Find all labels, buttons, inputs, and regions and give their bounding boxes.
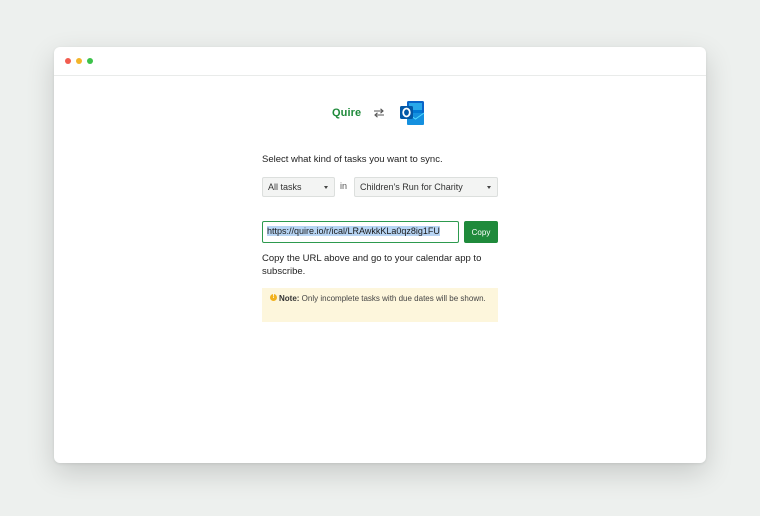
- close-window-button[interactable]: [65, 58, 71, 64]
- integration-header: Quire: [332, 99, 442, 129]
- warning-icon: !: [270, 294, 277, 301]
- copy-button[interactable]: Copy: [464, 221, 498, 243]
- minimize-window-button[interactable]: [76, 58, 82, 64]
- project-value: Children's Run for Charity: [360, 182, 463, 192]
- ical-url-text: https://quire.io/r/ical/LRAwkkKLa0qz8ig1…: [267, 226, 440, 236]
- quire-logo: Quire: [332, 107, 362, 119]
- task-scope-value: All tasks: [268, 182, 302, 192]
- sync-instruction: Select what kind of tasks you want to sy…: [262, 154, 443, 165]
- project-select[interactable]: Children's Run for Charity: [354, 177, 498, 197]
- task-scope-select[interactable]: All tasks: [262, 177, 335, 197]
- outlook-icon: [400, 101, 425, 125]
- note-label: Note:: [279, 294, 300, 303]
- swap-arrows-icon: [374, 108, 384, 118]
- window-titlebar: [54, 47, 706, 76]
- in-label: in: [340, 181, 348, 191]
- ical-url-field[interactable]: https://quire.io/r/ical/LRAwkkKLa0qz8ig1…: [262, 221, 459, 243]
- maximize-window-button[interactable]: [87, 58, 93, 64]
- note-text: Only incomplete tasks with due dates wil…: [299, 294, 486, 303]
- note-box: ! Note: Only incomplete tasks with due d…: [262, 288, 498, 322]
- chevron-down-icon: [487, 186, 491, 189]
- app-window: Quire Select what kind of tasks you want…: [54, 47, 706, 463]
- copy-instructions: Copy the URL above and go to your calend…: [262, 253, 482, 277]
- chevron-down-icon: [324, 186, 328, 189]
